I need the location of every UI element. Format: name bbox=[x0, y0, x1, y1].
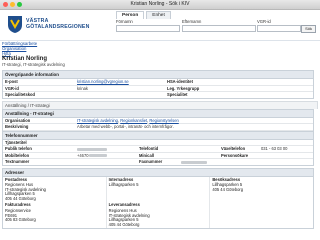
vaxel-value: 031 - 63 03 00 bbox=[261, 146, 288, 152]
vaxel-label: Växeltelefon bbox=[221, 146, 246, 152]
overview-row: Specialitetskod Specialitet bbox=[3, 92, 313, 98]
overview-panel: Övergripande information E-post kristian… bbox=[2, 70, 314, 99]
vgrid-key: VGR-id bbox=[5, 85, 19, 91]
fakturaadress-block: Fakturadress Regionservice FE691 405 83 … bbox=[3, 202, 107, 229]
specialitetskod-label: Specialitetskod bbox=[5, 92, 36, 98]
app-window: Kristian Norling - Sök i KIV VÄSTRA GÖTA… bbox=[0, 0, 320, 240]
window-title: Kristian Norling - Sök i KIV bbox=[130, 1, 190, 7]
besoksadress-block: Besöksadress Lillhagsparken 5 405 44 Göt… bbox=[212, 176, 244, 192]
specialitet-label: Specialitet bbox=[167, 92, 188, 98]
publik-telefon-label: Publik telefon bbox=[5, 146, 32, 152]
organisation-label: Organisation bbox=[5, 117, 31, 123]
fornamn-label: Förnamn bbox=[116, 19, 133, 24]
beskrivning-value: Arbetar med webb-, portal-, intranät- oc… bbox=[77, 124, 174, 130]
yrkesgrupp-label: Leg. Yrkesgrupp bbox=[167, 85, 200, 91]
beskrivning-label: Beskrivning bbox=[5, 124, 29, 130]
publik-telefon-value bbox=[77, 146, 137, 151]
addresses-row-2: Fakturadress Regionservice FE691 405 83 … bbox=[3, 202, 313, 229]
telefontid-label: Telefontid bbox=[139, 146, 159, 152]
org-link-regionkansliet[interactable]: Regionkansliet bbox=[120, 118, 147, 123]
efternamn-label: Efternamn bbox=[182, 19, 202, 24]
overview-heading: Övergripande information bbox=[3, 71, 313, 79]
hsa-label: HSA-identitet bbox=[167, 79, 193, 85]
telefon-heading: Telefonnummer bbox=[3, 130, 313, 140]
fornamn-input[interactable] bbox=[116, 25, 180, 32]
left-links: Förbättringsarbete Organisation Hitta bbox=[0, 41, 82, 56]
postadress-block: Postadress Regionens Hus IT-strategisk a… bbox=[3, 176, 107, 203]
addresses-panel: Adresser Postadress Regionens Hus IT-str… bbox=[2, 167, 314, 230]
assignment-section-title[interactable]: Anställning / IT-strategi bbox=[2, 100, 318, 109]
site-header: VÄSTRA GÖTALANDSREGIONEN Person Enhet Fö… bbox=[0, 10, 320, 41]
person-content: Kristian Norling IT-strategi, IT-strateg… bbox=[0, 56, 320, 231]
logo-line-2: GÖTALANDSREGIONEN bbox=[26, 24, 90, 30]
textnummer-row: Textnummer Faxnummer bbox=[3, 159, 313, 165]
title-bar: Kristian Norling - Sök i KIV bbox=[0, 0, 320, 10]
tab-person[interactable]: Person bbox=[116, 11, 145, 19]
vgrid-label: VGR-id bbox=[257, 19, 271, 24]
window-controls bbox=[3, 2, 22, 7]
textnummer-label: Textnummer bbox=[5, 159, 30, 165]
minicall-label: Minicall bbox=[139, 152, 155, 158]
addresses-heading: Adresser bbox=[3, 168, 313, 177]
assignment-heading: Anställning - IT-strategi bbox=[3, 109, 313, 118]
efternamn-input[interactable] bbox=[182, 25, 256, 32]
assignment-panel: Anställning - IT-strategi Organisation I… bbox=[2, 108, 314, 166]
minimize-window-button[interactable] bbox=[10, 2, 15, 7]
org-link-regionstyrelsen[interactable]: Regionstyrelsen bbox=[149, 118, 178, 123]
personsokare-label: Personsökare bbox=[221, 152, 249, 158]
tab-enhet[interactable]: Enhet bbox=[146, 11, 171, 19]
vgrid-value: krinak bbox=[77, 85, 88, 91]
mobil-label: Mobiltelefon bbox=[5, 152, 30, 158]
search-button[interactable]: Sök bbox=[301, 25, 316, 33]
person-subtitle: IT-strategi, IT-strategisk avdelning bbox=[2, 62, 65, 67]
close-window-button[interactable] bbox=[3, 2, 8, 7]
faxnummer-value bbox=[181, 159, 207, 164]
mobil-value: +4670 bbox=[77, 153, 137, 158]
search-tabs: Person Enhet bbox=[116, 11, 171, 19]
maximize-window-button[interactable] bbox=[17, 2, 22, 7]
email-link[interactable]: kristian.norling@vgregion.se bbox=[77, 79, 165, 84]
email-label: E-post bbox=[5, 79, 18, 85]
tjanstetitel-label: Tjänstetitel bbox=[5, 139, 27, 145]
faxnummer-label: Faxnummer bbox=[139, 159, 163, 165]
vgr-logo[interactable]: VÄSTRA GÖTALANDSREGIONEN bbox=[6, 14, 89, 36]
search-form: Förnamn Efternamn VGR-id Sök bbox=[116, 19, 316, 33]
vgr-emblem-icon bbox=[8, 16, 22, 33]
leveransadress-block: Leveransadress Regionens Hus IT-strategi… bbox=[107, 202, 211, 229]
internadress-block: Internadress Lillhagsparken 5 bbox=[107, 176, 211, 203]
org-link-avdelning[interactable]: IT-strategisk avdelning bbox=[77, 118, 118, 123]
addresses-row-1: Postadress Regionens Hus IT-strategisk a… bbox=[3, 176, 313, 203]
vgrid-input[interactable] bbox=[257, 25, 301, 32]
